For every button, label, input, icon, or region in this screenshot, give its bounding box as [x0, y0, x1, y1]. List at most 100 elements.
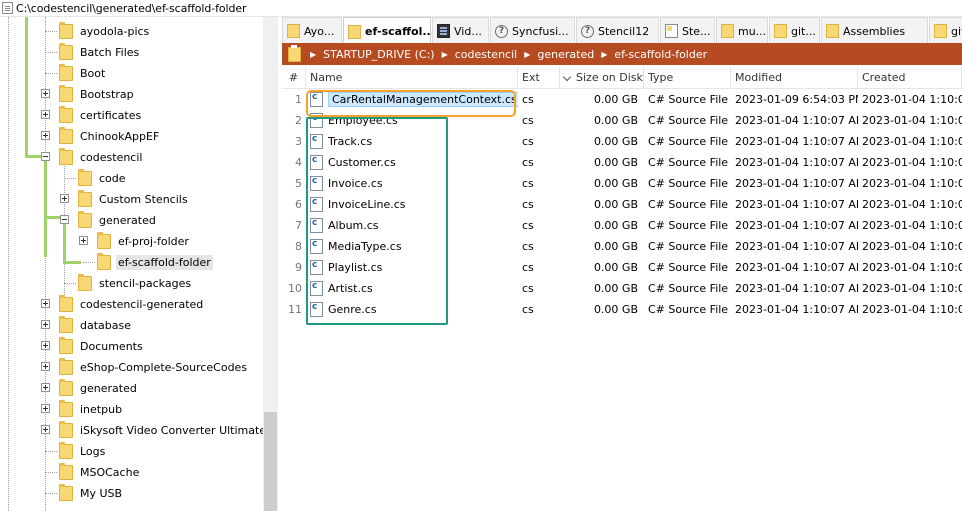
tree-guide-line — [45, 52, 57, 53]
cell-type: C# Source File — [644, 194, 731, 215]
tree-item-label: ef-proj-folder — [118, 235, 189, 248]
tree-item[interactable]: ChinookAppEF — [59, 126, 161, 147]
collapse-icon[interactable] — [41, 152, 50, 161]
column-header-created[interactable]: Created — [858, 66, 962, 89]
chevron-right-icon: ▶ — [310, 49, 317, 59]
tree-item[interactable]: Documents — [59, 336, 145, 357]
folder-icon — [59, 421, 73, 438]
folder-icon — [59, 463, 73, 480]
tab-label: Ste... — [682, 24, 711, 38]
cell-type: C# Source File — [644, 236, 731, 257]
tree-item[interactable]: My USB — [59, 483, 124, 504]
expand-icon[interactable] — [60, 194, 69, 203]
cell-ext: cs — [518, 152, 560, 173]
tree-item[interactable]: Bootstrap — [59, 84, 136, 105]
tree-guide-line — [8, 17, 9, 511]
expand-icon[interactable] — [41, 404, 50, 413]
folder-icon — [59, 22, 73, 39]
expand-icon[interactable] — [79, 236, 88, 245]
tree-item[interactable]: code — [78, 168, 128, 189]
cell-type: C# Source File — [644, 89, 731, 110]
tree-item[interactable]: stencil-packages — [78, 273, 193, 294]
tree-scrollbar[interactable] — [263, 17, 278, 511]
tree-item[interactable]: ayodola-pics — [59, 21, 151, 42]
tree-item[interactable]: ef-proj-folder — [97, 231, 191, 252]
tree-guide-line — [83, 262, 95, 263]
tab-item[interactable]: ? Syncfusi... — [490, 17, 575, 44]
cell-modified: 2023-01-04 1:10:07 AM — [731, 173, 858, 194]
tree-item[interactable]: Boot — [59, 63, 107, 84]
breadcrumb-item[interactable]: ef-scaffold-folder — [610, 48, 711, 61]
tree-item[interactable]: certificates — [59, 105, 143, 126]
tab-item[interactable]: Ste... — [660, 17, 715, 44]
tab-item[interactable]: Vid... — [432, 17, 489, 44]
column-header-label: Created — [862, 71, 906, 84]
tree-scrollbar-thumb[interactable] — [264, 412, 277, 511]
cell-text: 8 — [295, 240, 302, 253]
breadcrumb-item[interactable]: codestencil — [451, 48, 521, 61]
tree-item-label: database — [80, 319, 131, 332]
tree-item[interactable]: iSkysoft Video Converter Ultimate — [59, 420, 268, 441]
tree-item-label: generated — [80, 382, 137, 395]
tree-item[interactable]: inetpub — [59, 399, 124, 420]
tab-item[interactable]: Ayo... — [282, 17, 342, 44]
cell-text: 2023-01-04 1:10:07 — [862, 261, 962, 274]
tree-item[interactable]: codestencil-generated — [59, 294, 205, 315]
tree-item[interactable]: Batch Files — [59, 42, 141, 63]
expand-icon[interactable] — [41, 425, 50, 434]
column-header-type[interactable]: Type — [644, 66, 731, 89]
cell-ext: cs — [518, 194, 560, 215]
tree-item[interactable]: MSOCache — [59, 462, 141, 483]
folder-tree[interactable]: ayodola-pics Batch Files Boot Bootstrap cert… — [0, 17, 278, 511]
tree-item-label: Logs — [80, 445, 106, 458]
tab-item[interactable]: mu... — [716, 17, 768, 44]
tree-item[interactable]: ef-scaffold-folder — [97, 252, 213, 273]
tree-item[interactable]: Custom Stencils — [78, 189, 190, 210]
tab-item[interactable]: git... — [769, 17, 820, 44]
expand-icon[interactable] — [41, 341, 50, 350]
column-header-ext[interactable]: Ext — [518, 66, 560, 89]
tree-item[interactable]: Logs — [59, 441, 107, 462]
tree-item[interactable]: codestencil — [59, 147, 144, 168]
cell-text: cs — [522, 303, 534, 316]
cell-text: 0.00 GB — [593, 114, 638, 127]
tree-item-label: code — [99, 172, 126, 185]
expand-icon[interactable] — [41, 299, 50, 308]
expand-icon[interactable] — [41, 131, 50, 140]
cell-created: 2023-01-04 1:10:07 — [858, 299, 962, 320]
folder-icon — [97, 232, 111, 249]
column-header-size-sorted[interactable]: Size on Disk — [560, 66, 644, 89]
expand-icon[interactable] — [41, 89, 50, 98]
column-header-name[interactable]: Name — [306, 66, 518, 89]
tree-item[interactable]: database — [59, 315, 133, 336]
cell-modified: 2023-01-04 1:10:07 AM — [731, 131, 858, 152]
cell-text: 1 — [295, 93, 302, 106]
tree-item[interactable]: generated — [59, 378, 139, 399]
expand-icon[interactable] — [41, 383, 50, 392]
cell-modified: 2023-01-04 1:10:07 AM — [731, 236, 858, 257]
cell-text: 3 — [295, 135, 302, 148]
cell-modified: 2023-01-04 1:10:07 AM — [731, 110, 858, 131]
tree-item-label: stencil-packages — [99, 277, 192, 290]
breadcrumb-item[interactable]: STARTUP_DRIVE (C:) — [319, 48, 438, 61]
cell-text: 2023-01-04 1:10:07 — [862, 156, 962, 169]
expand-icon[interactable] — [41, 362, 50, 371]
tab-item[interactable]: ef-scaffol... — [343, 17, 435, 45]
tree-item[interactable]: eShop-Complete-SourceCodes — [59, 357, 249, 378]
collapse-icon[interactable] — [60, 215, 69, 224]
tree-item[interactable]: generated — [78, 210, 158, 231]
column-header-num[interactable]: # — [282, 66, 306, 89]
tab-item[interactable]: Assemblies — [821, 17, 928, 44]
tab-item[interactable]: ? Stencil12 — [576, 17, 659, 44]
breadcrumb-item[interactable]: generated — [533, 48, 598, 61]
address-bar[interactable]: ▶ STARTUP_DRIVE (C:) ▶ codestencil ▶ generate… — [282, 43, 962, 65]
cell-size: 0.00 GB — [560, 299, 644, 320]
tab-item[interactable]: git — [929, 17, 962, 44]
cell-text: 0.00 GB — [593, 240, 638, 253]
cell-num: 2 — [282, 110, 306, 131]
expand-icon[interactable] — [41, 320, 50, 329]
expand-icon[interactable] — [41, 110, 50, 119]
column-header-modified[interactable]: Modified — [731, 66, 858, 89]
cell-text: 2023-01-04 1:10:07 AM — [735, 303, 858, 316]
folder-icon — [826, 24, 839, 38]
